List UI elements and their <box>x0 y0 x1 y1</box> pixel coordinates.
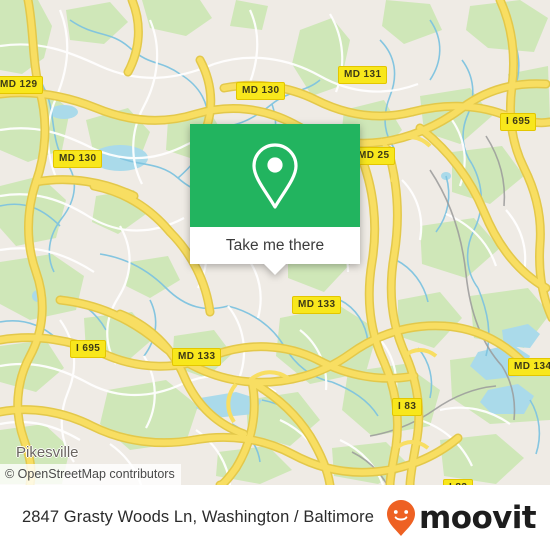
popup-header <box>190 124 360 227</box>
moovit-wordmark: moovit <box>419 499 537 536</box>
place-label-pikesville: Pikesville <box>16 444 79 461</box>
route-shield: MD 129 <box>0 76 44 94</box>
map-canvas[interactable]: MD 129 MD 130 MD 131 I 695 MD 130 MD 25 … <box>0 0 550 485</box>
moovit-pin-smiley-icon <box>386 499 416 537</box>
route-shield: I 695 <box>500 113 537 131</box>
address-label: 2847 Grasty Woods Ln, Washington / Balti… <box>22 508 374 526</box>
route-shield: I 83 <box>392 398 423 416</box>
moovit-brand[interactable]: moovit <box>386 499 537 537</box>
route-shield: MD 130 <box>53 150 103 168</box>
map-pin-icon <box>247 141 303 211</box>
take-me-there-label: Take me there <box>225 236 325 254</box>
route-shield: I 695 <box>70 340 107 358</box>
route-shield: MD 131 <box>338 66 388 84</box>
route-shield: MD 133 <box>172 348 222 366</box>
route-shield: MD 134 <box>508 358 550 376</box>
map-screenshot-root: MD 129 MD 130 MD 131 I 695 MD 130 MD 25 … <box>0 0 550 550</box>
footer-bar: 2847 Grasty Woods Ln, Washington / Balti… <box>0 485 550 550</box>
popup-footer[interactable]: Take me there <box>190 227 360 264</box>
location-popup-card[interactable]: Take me there <box>190 124 360 275</box>
route-shield: MD 130 <box>236 82 286 100</box>
popup-tail-pointer <box>264 264 286 275</box>
route-shield: MD 133 <box>292 296 342 314</box>
osm-attribution[interactable]: © OpenStreetMap contributors <box>0 464 181 485</box>
